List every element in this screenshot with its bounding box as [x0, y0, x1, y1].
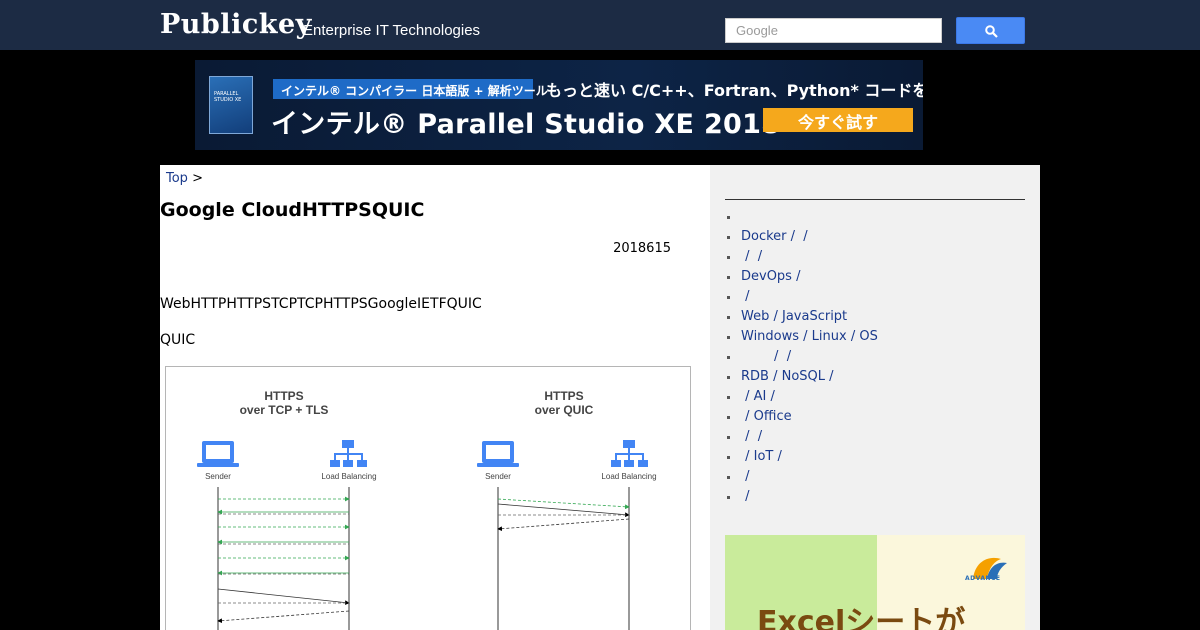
- article: Top > Google CloudHTTPSQUIC 2018615 WebH…: [160, 165, 710, 630]
- right-title-1: HTTPS: [544, 389, 583, 403]
- left-title-1: HTTPS: [264, 389, 303, 403]
- breadcrumb: Top >: [166, 171, 203, 186]
- article-paragraph: QUIC: [160, 332, 196, 348]
- sidebar-divider: [725, 199, 1025, 200]
- breadcrumb-separator: >: [192, 171, 203, 186]
- protocol-diagram-svg: HTTPS over TCP + TLS HTTPS over QUIC Sen…: [197, 389, 657, 630]
- right-title-2: over QUIC: [535, 403, 594, 417]
- category-item[interactable]: / Office: [725, 407, 878, 427]
- category-item[interactable]: /: [725, 287, 878, 307]
- category-item[interactable]: / /: [725, 427, 878, 447]
- category-item[interactable]: / AI /: [725, 387, 878, 407]
- protocol-diagram: HTTPS over TCP + TLS HTTPS over QUIC Sen…: [165, 366, 691, 630]
- category-item[interactable]: Windows / Linux / OS: [725, 327, 878, 347]
- article-paragraph: WebHTTPHTTPSTCPTCPHTTPSGoogleIETFQUIC: [160, 296, 482, 312]
- category-item[interactable]: /: [725, 487, 878, 507]
- category-item[interactable]: /: [725, 467, 878, 487]
- product-box-label: PARALLEL STUDIO XE: [214, 91, 242, 103]
- category-item[interactable]: / IoT /: [725, 447, 878, 467]
- sidebar-ad-text: Excelシートが: [757, 605, 966, 630]
- search-icon: [985, 25, 998, 38]
- load-balancer-icon: [330, 440, 367, 467]
- breadcrumb-top-link[interactable]: Top: [166, 171, 188, 186]
- article-date: 2018615: [613, 241, 671, 256]
- search-button[interactable]: [956, 17, 1025, 44]
- banner-ad[interactable]: PARALLEL STUDIO XE インテル® コンパイラー 日本語版 + 解…: [195, 60, 923, 150]
- load-balancing-label: Load Balancing: [601, 472, 656, 481]
- ad-headline: インテル® Parallel Studio XE 2018: [271, 109, 781, 140]
- category-item[interactable]: DevOps /: [725, 267, 878, 287]
- sidebar-ad[interactable]: ADVANCE Excelシートが: [725, 535, 1025, 630]
- laptop-icon: [477, 441, 519, 467]
- category-item[interactable]: RDB / NoSQL /: [725, 367, 878, 387]
- article-title: Google CloudHTTPSQUIC: [160, 199, 425, 221]
- sender-label: Sender: [485, 472, 511, 481]
- laptop-icon: [197, 441, 239, 467]
- category-item[interactable]: / /: [725, 247, 878, 267]
- product-box-image: PARALLEL STUDIO XE: [209, 76, 253, 134]
- site-header: Publickey Enterprise IT Technologies Goo…: [0, 0, 1200, 50]
- category-item[interactable]: Docker / /: [725, 227, 878, 247]
- left-title-2: over TCP + TLS: [240, 403, 329, 417]
- category-list: Docker / / / / DevOps / / Web / JavaScri…: [725, 207, 878, 507]
- site-logo[interactable]: Publickey: [160, 9, 312, 40]
- site-tagline: Enterprise IT Technologies: [303, 22, 481, 39]
- sender-label: Sender: [205, 472, 231, 481]
- ad-subline: もっと速い C/C++、Fortran、Python* コードを開発: [546, 81, 923, 100]
- ad-cta-button[interactable]: 今すぐ試す: [763, 108, 913, 132]
- load-balancer-icon: [611, 440, 648, 467]
- ad-tag: インテル® コンパイラー 日本語版 + 解析ツール: [273, 79, 548, 99]
- advance-brand-text: ADVANCE: [965, 575, 1001, 582]
- search-input[interactable]: Google: [725, 18, 942, 43]
- category-item[interactable]: [725, 207, 878, 227]
- sidebar: Docker / / / / DevOps / / Web / JavaScri…: [710, 165, 1040, 630]
- load-balancing-label: Load Balancing: [321, 472, 376, 481]
- category-item[interactable]: / /: [725, 347, 878, 367]
- category-item[interactable]: Web / JavaScript: [725, 307, 878, 327]
